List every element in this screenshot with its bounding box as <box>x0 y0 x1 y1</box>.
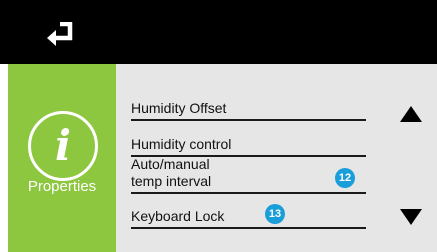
list-item-humidity-offset[interactable]: Humidity Offset <box>131 100 366 121</box>
list-item-label: Humidity Offset <box>131 100 227 116</box>
info-icon: i <box>28 111 98 181</box>
list-item-auto-manual-temp-interval[interactable]: Auto/manual temp interval <box>131 156 366 194</box>
back-button[interactable] <box>40 20 78 48</box>
properties-list-panel: Humidity Offset Humidity control Auto/ma… <box>116 64 437 252</box>
sidebar-label: Properties <box>27 178 97 195</box>
callout-badge-13: 13 <box>265 204 285 224</box>
list-item-label-line1: Auto/manual <box>131 156 210 172</box>
list-item-label: Humidity control <box>131 136 232 152</box>
list-item-keyboard-lock[interactable]: Keyboard Lock <box>131 208 366 229</box>
return-arrow-icon <box>47 22 73 46</box>
triangle-up-icon <box>400 106 422 122</box>
device-screen: i Properties Humidity Offset Humidity co… <box>0 0 437 252</box>
info-icon-glyph: i <box>55 121 71 170</box>
callout-badge-12: 12 <box>335 168 355 188</box>
scroll-down-button[interactable] <box>398 207 424 227</box>
list-item-label-line2: temp interval <box>131 173 212 189</box>
list-item-humidity-control[interactable]: Humidity control <box>131 136 366 157</box>
top-bar <box>0 0 437 64</box>
list-item-label: Keyboard Lock <box>131 208 225 224</box>
triangle-down-icon <box>400 209 422 225</box>
sidebar-properties: i Properties <box>8 64 116 252</box>
scroll-up-button[interactable] <box>398 104 424 124</box>
